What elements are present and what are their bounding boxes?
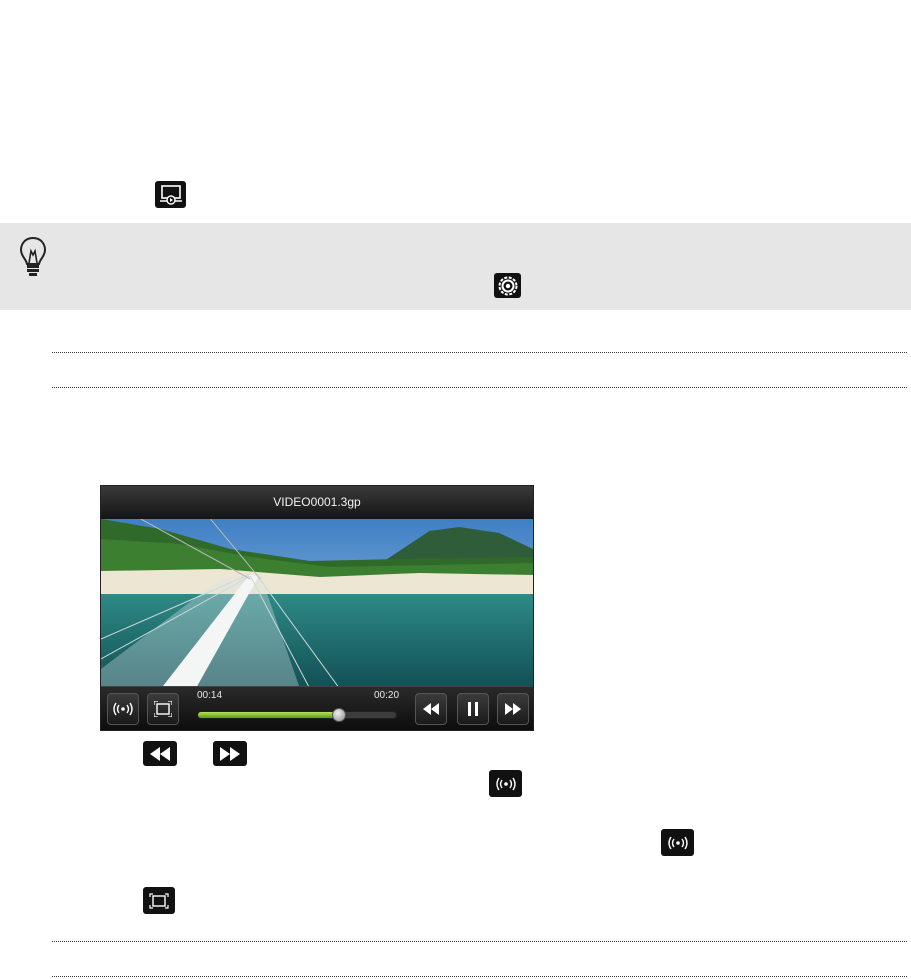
rewind-button[interactable] (415, 693, 447, 725)
divider (52, 941, 907, 942)
tip-panel (0, 223, 911, 310)
control-bar: 00:14 00:20 (101, 686, 533, 730)
rewind-icon (143, 741, 177, 766)
total-time: 00:20 (374, 690, 400, 701)
surround-sound-button[interactable] (107, 693, 139, 725)
fast-forward-button[interactable] (497, 693, 529, 725)
divider (52, 352, 907, 353)
video-frame (101, 519, 533, 689)
fullscreen-icon (143, 887, 175, 914)
divider (52, 387, 907, 388)
surround-sound-icon (113, 702, 133, 716)
surround-sound-icon (489, 770, 522, 797)
surround-sound-icon (661, 829, 694, 856)
lightbulb-icon (19, 236, 47, 278)
video-player: VIDEO0001.3gp 00:14 00:20 (100, 485, 534, 731)
progress-fill (198, 712, 338, 718)
pause-icon (468, 702, 478, 716)
fullscreen-icon (154, 701, 172, 717)
pause-button[interactable] (457, 693, 489, 725)
video-title: VIDEO0001.3gp (101, 486, 533, 519)
divider (52, 976, 907, 977)
fast-forward-icon (213, 741, 247, 766)
rewind-icon (423, 703, 439, 715)
fast-forward-icon (505, 703, 521, 715)
gear-icon (494, 273, 521, 298)
fullscreen-button[interactable] (147, 693, 179, 725)
progress-bar[interactable] (197, 708, 397, 722)
screen-play-icon (155, 181, 186, 208)
elapsed-time: 00:14 (197, 690, 223, 701)
progress-handle[interactable] (332, 708, 346, 722)
